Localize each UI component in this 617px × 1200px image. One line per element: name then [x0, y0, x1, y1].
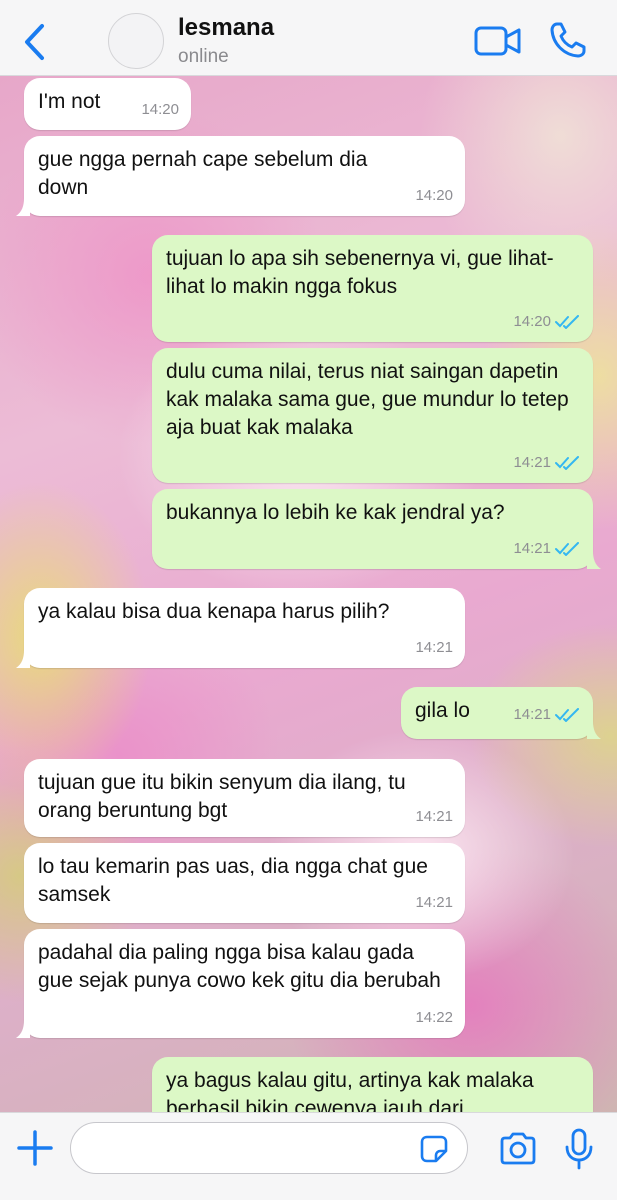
- read-ticks-icon: [555, 542, 579, 556]
- contact-status: online: [178, 46, 229, 67]
- camera-button[interactable]: [498, 1131, 538, 1167]
- video-call-button[interactable]: [474, 24, 522, 58]
- message-incoming[interactable]: ya kalau bisa dua kenapa harus pilih? 14…: [16, 588, 465, 668]
- plus-icon: [17, 1130, 53, 1166]
- voice-call-button[interactable]: [548, 20, 588, 60]
- camera-icon: [500, 1132, 536, 1165]
- message-input-box[interactable]: [70, 1122, 468, 1174]
- message-outgoing[interactable]: gila lo 14:21: [401, 687, 601, 739]
- message-outgoing[interactable]: ya bagus kalau gitu, artinya kak malaka …: [152, 1057, 593, 1112]
- bubble-tail: [587, 551, 601, 569]
- message-time: 14:20: [513, 308, 581, 336]
- message-text: ya bagus kalau gitu, artinya kak malaka …: [166, 1069, 534, 1112]
- message-text: padahal dia paling ngga bisa kalau gada …: [38, 941, 441, 992]
- message-outgoing[interactable]: dulu cuma nilai, terus niat saingan dape…: [152, 348, 593, 483]
- contact-name[interactable]: lesmana: [178, 14, 274, 42]
- message-text: gila lo: [415, 699, 470, 722]
- message-input[interactable]: [87, 1133, 417, 1163]
- message-composer: [0, 1112, 617, 1200]
- sticker-icon: [420, 1135, 448, 1163]
- read-ticks-icon: [555, 708, 579, 722]
- message-time: 14:20: [141, 101, 179, 118]
- avatar[interactable]: [108, 13, 164, 69]
- message-time: 14:21: [513, 449, 581, 477]
- message-time: 14:22: [415, 1009, 453, 1026]
- message-time: 14:21: [513, 535, 581, 563]
- sticker-button[interactable]: [419, 1134, 449, 1164]
- bubble-tail: [16, 650, 30, 668]
- message-time: 14:21: [415, 639, 453, 656]
- message-time: 14:21: [415, 894, 453, 911]
- bubble-tail: [587, 721, 601, 739]
- chat-area[interactable]: I'm not 14:20 gue ngga pernah cape sebel…: [0, 76, 617, 1112]
- video-call-icon: [474, 26, 521, 56]
- message-text: tujuan gue itu bikin senyum dia ilang, t…: [38, 771, 406, 822]
- microphone-icon: [565, 1128, 593, 1170]
- message-text: ya kalau bisa dua kenapa harus pilih?: [38, 600, 390, 623]
- read-ticks-icon: [555, 456, 579, 470]
- read-ticks-icon: [555, 315, 579, 329]
- message-incoming[interactable]: tujuan gue itu bikin senyum dia ilang, t…: [24, 759, 465, 837]
- message-time: 14:21: [415, 808, 453, 825]
- message-incoming[interactable]: I'm not 14:20: [24, 78, 191, 130]
- chat-header: lesmana online: [0, 0, 617, 76]
- bubble-tail: [16, 198, 30, 216]
- message-time: 14:21: [513, 701, 581, 729]
- message-text: I'm not: [38, 90, 101, 113]
- message-incoming[interactable]: lo tau kemarin pas uas, dia ngga chat gu…: [24, 843, 465, 923]
- message-text: gue ngga pernah cape sebelum dia down: [38, 148, 368, 199]
- message-incoming[interactable]: gue ngga pernah cape sebelum dia down 14…: [16, 136, 465, 216]
- back-button[interactable]: [18, 22, 52, 62]
- bubble-tail: [16, 1020, 30, 1038]
- chevron-left-icon: [25, 24, 44, 60]
- message-text: bukannya lo lebih ke kak jendral ya?: [166, 501, 505, 524]
- message-text: lo tau kemarin pas uas, dia ngga chat gu…: [38, 855, 428, 906]
- attach-button[interactable]: [14, 1127, 56, 1169]
- phone-icon: [550, 22, 586, 58]
- microphone-button[interactable]: [564, 1127, 594, 1171]
- message-text: dulu cuma nilai, terus niat saingan dape…: [166, 360, 569, 439]
- message-text: tujuan lo apa sih sebenernya vi, gue lih…: [166, 247, 554, 298]
- message-outgoing[interactable]: bukannya lo lebih ke kak jendral ya? 14:…: [152, 489, 601, 569]
- message-time: 14:20: [415, 187, 453, 204]
- message-incoming[interactable]: padahal dia paling ngga bisa kalau gada …: [16, 929, 465, 1038]
- message-outgoing[interactable]: tujuan lo apa sih sebenernya vi, gue lih…: [152, 235, 593, 342]
